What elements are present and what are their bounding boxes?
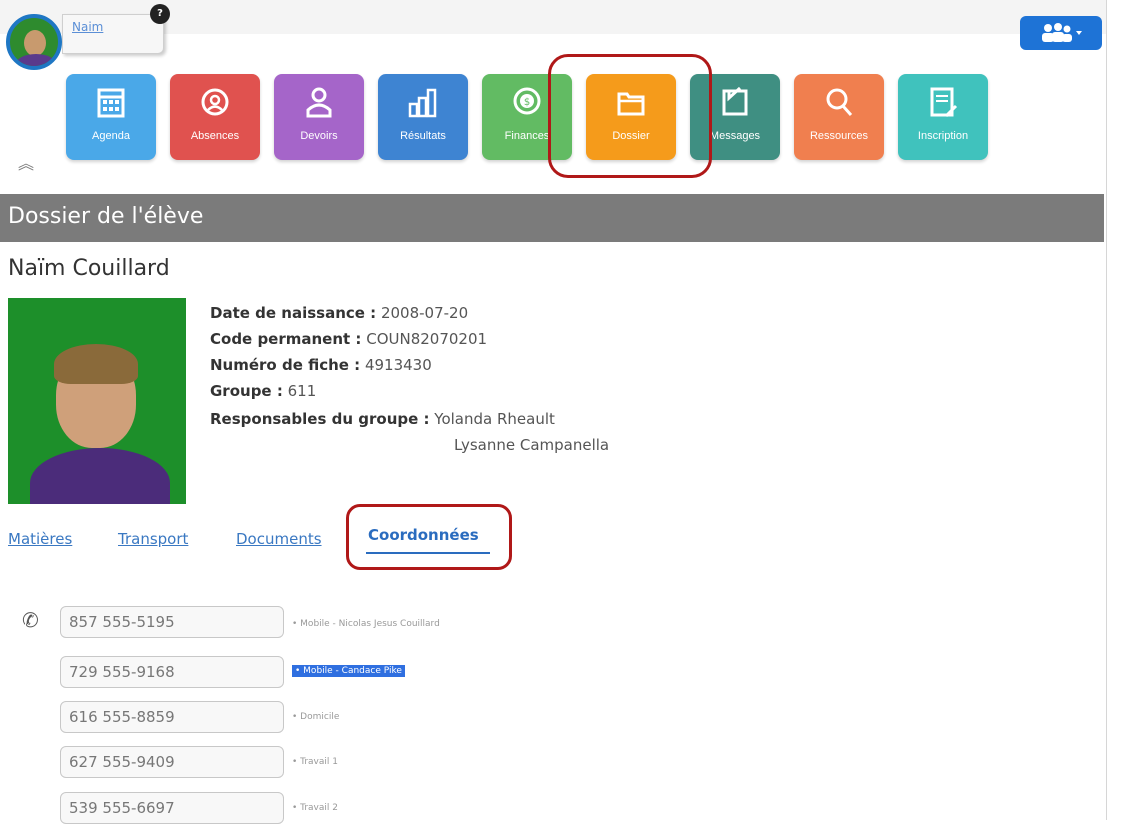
phone-field[interactable]: 729 555-9168 [60, 656, 284, 688]
bar-chart-icon [408, 88, 437, 118]
tile-label: Inscription [917, 130, 969, 142]
student-photo [8, 298, 186, 504]
svg-text:$: $ [524, 97, 530, 108]
tab-documents[interactable]: Documents [236, 530, 322, 548]
phone-field[interactable]: 627 555-9409 [60, 746, 284, 778]
tile-devoirs[interactable]: Devoirs [274, 74, 364, 160]
student-icon [306, 87, 332, 118]
tile-label: Résultats [400, 130, 446, 142]
tile-absences[interactable]: Absences [170, 74, 260, 160]
phone-description: • Mobile - Nicolas Jesus Couillard [292, 619, 440, 629]
phone-description: • Travail 2 [292, 803, 338, 813]
avatar[interactable] [6, 14, 62, 70]
collapse-icon[interactable]: ︽ [18, 150, 34, 174]
phone-field[interactable]: 857 555-5195 [60, 606, 284, 638]
highlight-dossier [548, 54, 712, 178]
coin-icon: $ [513, 87, 541, 115]
info-permanent-code: Code permanent : COUN82070201 [210, 330, 488, 348]
page-title-bar: Dossier de l'élève [0, 194, 1104, 242]
phone-description: • Travail 1 [292, 757, 338, 767]
info-group-responsibles: Responsables du groupe : Yolanda Rheault [210, 410, 555, 428]
user-name-link[interactable]: Naim [72, 20, 103, 34]
phone-field[interactable]: 539 555-6697 [60, 792, 284, 824]
tile-label: Ressources [809, 130, 869, 142]
page-title: Dossier de l'élève [8, 204, 204, 229]
info-second-responsible: Lysanne Campanella [454, 436, 610, 454]
tile-label: Absences [190, 130, 240, 142]
highlight-coordonnees [346, 504, 512, 570]
people-icon [1042, 23, 1082, 42]
phone-field[interactable]: 616 555-8859 [60, 701, 284, 733]
student-name: Naïm Couillard [8, 256, 170, 281]
alarm-icon [201, 88, 229, 116]
tab-matieres[interactable]: Matières [8, 530, 72, 548]
phone-description: • Domicile [292, 712, 340, 722]
right-scroll-edge [1106, 0, 1122, 820]
tile-resultats[interactable]: Résultats [378, 74, 468, 160]
phone-icon: ✆ [22, 608, 39, 632]
info-record-number: Numéro de fiche : 4913430 [210, 356, 432, 374]
message-icon [722, 86, 748, 116]
calendar-icon [97, 88, 125, 118]
info-group: Groupe : 611 [210, 382, 317, 400]
phone-description-selected: • Mobile - Candace Pike [292, 665, 405, 677]
people-switch-button[interactable] [1020, 16, 1102, 50]
form-icon [930, 87, 958, 118]
tile-label: Devoirs [300, 130, 338, 142]
help-badge[interactable]: ? [150, 4, 170, 24]
tile-label: Agenda [92, 130, 130, 142]
tile-agenda[interactable]: Agenda [66, 74, 156, 160]
tile-ressources[interactable]: Ressources [794, 74, 884, 160]
info-birthdate: Date de naissance : 2008-07-20 [210, 304, 469, 322]
tab-transport[interactable]: Transport [118, 530, 188, 548]
search-doc-icon [826, 88, 853, 116]
tile-inscription[interactable]: Inscription [898, 74, 988, 160]
